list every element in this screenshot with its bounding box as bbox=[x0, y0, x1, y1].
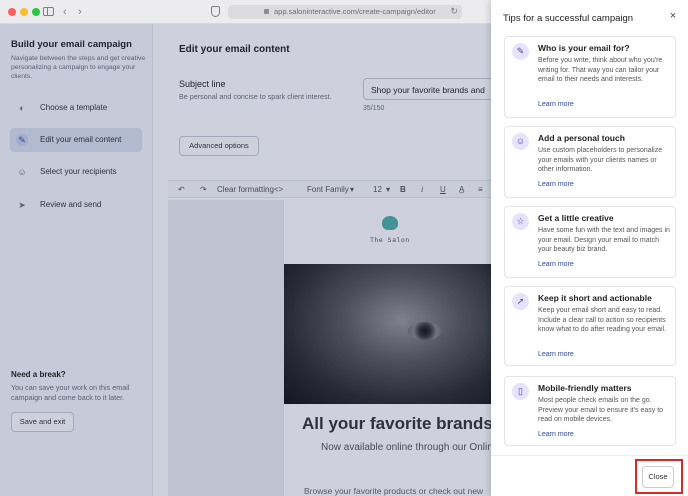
pencil-icon: ✎ bbox=[512, 43, 529, 60]
learn-more-link[interactable]: Learn more bbox=[538, 261, 574, 268]
close-icon[interactable]: × bbox=[667, 10, 679, 22]
tips-drawer: Tips for a successful campaign × ✎ Who i… bbox=[491, 0, 688, 496]
tip-description: Have some fun with the text and images i… bbox=[538, 227, 670, 254]
tip-description: Keep your email short and easy to read. … bbox=[538, 307, 667, 334]
tip-card: ▯ Mobile-friendly matters Most people ch… bbox=[504, 376, 676, 446]
cursor-click-icon: ➚ bbox=[512, 293, 529, 310]
learn-more-link[interactable]: Learn more bbox=[538, 431, 574, 438]
tip-card: ☆ Get a little creative Have some fun wi… bbox=[504, 206, 676, 278]
learn-more-link[interactable]: Learn more bbox=[538, 101, 574, 108]
tip-title: Keep it short and actionable bbox=[538, 293, 652, 303]
privacy-shield-icon[interactable] bbox=[211, 6, 220, 17]
address-bar[interactable]: app.saloninteractive.com/create-campaign… bbox=[228, 5, 462, 19]
tip-card: ➚ Keep it short and actionable Keep your… bbox=[504, 286, 676, 366]
modal-backdrop[interactable] bbox=[0, 24, 491, 496]
zoom-window-button[interactable] bbox=[32, 8, 40, 16]
close-window-button[interactable] bbox=[8, 8, 16, 16]
tip-title: Get a little creative bbox=[538, 213, 614, 223]
tip-title: Mobile-friendly matters bbox=[538, 383, 632, 393]
reload-icon[interactable]: ↻ bbox=[450, 6, 458, 17]
drawer-title: Tips for a successful campaign bbox=[503, 13, 634, 24]
star-icon: ☆ bbox=[512, 213, 529, 230]
url-text: app.saloninteractive.com/create-campaign… bbox=[274, 7, 436, 16]
tip-title: Add a personal touch bbox=[538, 133, 625, 143]
tip-description: Most people check emails on the go. Prev… bbox=[538, 397, 664, 424]
learn-more-link[interactable]: Learn more bbox=[538, 351, 574, 358]
tip-description: Before you write, think about who you're… bbox=[538, 57, 663, 84]
tip-card: ☺ Add a personal touch Use custom placeh… bbox=[504, 126, 676, 198]
minimize-window-button[interactable] bbox=[20, 8, 28, 16]
learn-more-link[interactable]: Learn more bbox=[538, 181, 574, 188]
smile-icon: ☺ bbox=[512, 133, 529, 150]
lock-icon bbox=[264, 9, 269, 14]
forward-button[interactable]: › bbox=[78, 5, 82, 19]
sidebar-toggle-icon[interactable] bbox=[43, 7, 54, 16]
tip-card: ✎ Who is your email for? Before you writ… bbox=[504, 36, 676, 118]
close-button[interactable]: Close bbox=[642, 466, 674, 488]
back-button[interactable]: ‹ bbox=[63, 5, 67, 19]
mobile-icon: ▯ bbox=[512, 383, 529, 400]
tip-description: Use custom placeholders to personalize y… bbox=[538, 147, 663, 174]
tip-title: Who is your email for? bbox=[538, 43, 630, 53]
